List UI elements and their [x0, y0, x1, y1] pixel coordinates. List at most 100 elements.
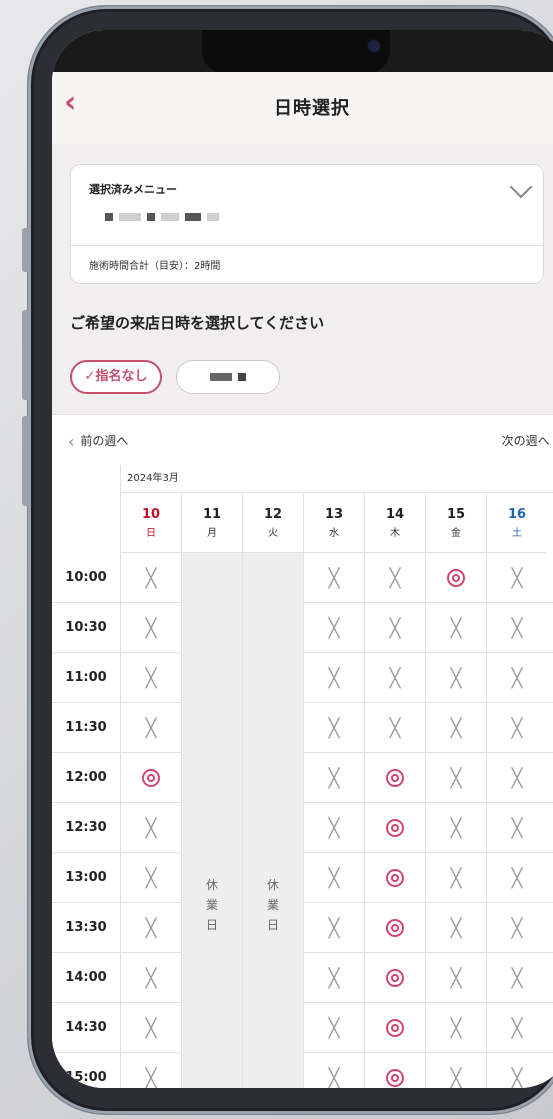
cross-icon: ╳ — [450, 717, 462, 739]
unavailable-slot: ╳ — [120, 803, 181, 853]
cross-icon: ╳ — [328, 917, 340, 939]
unavailable-slot: ╳ — [486, 753, 547, 803]
chevron-left-icon: ‹ — [68, 432, 75, 451]
redacted-block — [105, 213, 113, 221]
unavailable-slot: ╳ — [486, 853, 547, 903]
time-label: 13:30 — [65, 920, 107, 935]
unavailable-slot: ╳ — [364, 553, 425, 603]
unavailable-slot: ╳ — [364, 703, 425, 753]
double-circle-icon — [386, 1019, 404, 1037]
cross-icon: ╳ — [450, 867, 462, 889]
section-heading: ご希望の来店日時を選択してください — [70, 314, 325, 332]
cross-icon: ╳ — [145, 917, 157, 939]
double-circle-icon — [386, 919, 404, 937]
unavailable-slot: ╳ — [303, 703, 364, 753]
redacted-block — [207, 213, 219, 221]
cross-icon: ╳ — [450, 917, 462, 939]
closed-day-column: 休業日 — [242, 553, 303, 1088]
time-label: 13:00 — [65, 870, 107, 885]
available-slot[interactable] — [364, 953, 425, 1003]
availability-calendar: 2024年3月 10 日 11 月 12 火 13 水 14 木 15 金 16 土 10:00 ╳ ╳ ╳ ╳ 1… — [52, 465, 553, 1088]
day-number: 16 — [507, 507, 527, 522]
time-label: 11:00 — [65, 670, 107, 685]
unavailable-slot: ╳ — [120, 603, 181, 653]
available-slot[interactable] — [364, 753, 425, 803]
prev-week-button[interactable]: ‹ 前の週へ — [68, 432, 128, 451]
cross-icon: ╳ — [511, 667, 523, 689]
unavailable-slot: ╳ — [303, 603, 364, 653]
dynamic-island — [202, 30, 390, 74]
double-circle-icon — [386, 769, 404, 787]
staff-chip-no-preference[interactable]: ✓指名なし — [70, 360, 162, 394]
available-slot[interactable] — [364, 853, 425, 903]
day-of-week: 木 — [390, 528, 400, 539]
mute-switch — [22, 228, 30, 272]
unavailable-slot: ╳ — [486, 1053, 547, 1088]
unavailable-slot: ╳ — [425, 953, 486, 1003]
time-label: 12:30 — [65, 820, 107, 835]
closed-day-column: 休業日 — [181, 553, 242, 1088]
unavailable-slot: ╳ — [120, 1053, 181, 1088]
redacted-block — [147, 213, 155, 221]
unavailable-slot: ╳ — [120, 703, 181, 753]
menu-item-redacted — [105, 213, 219, 221]
page-title: 日時選択 — [274, 98, 350, 119]
unavailable-slot: ╳ — [425, 753, 486, 803]
day-of-week: 日 — [146, 528, 156, 539]
redacted-block — [238, 373, 246, 381]
available-slot[interactable] — [364, 1003, 425, 1053]
cross-icon: ╳ — [450, 667, 462, 689]
unavailable-slot: ╳ — [120, 653, 181, 703]
total-time-label: 施術時間合計（目安）：2時間 — [89, 261, 221, 272]
nav-bar: ‹ 日時選択 — [52, 72, 553, 145]
unavailable-slot: ╳ — [425, 653, 486, 703]
time-label: 10:00 — [65, 570, 107, 585]
staff-chip-stylist[interactable] — [176, 360, 280, 394]
unavailable-slot: ╳ — [425, 603, 486, 653]
available-slot[interactable] — [364, 1053, 425, 1088]
week-navigation: ‹ 前の週へ 次の週へ› — [52, 414, 553, 466]
cross-icon: ╳ — [328, 767, 340, 789]
day-header: 13 水 — [303, 493, 364, 553]
chevron-down-icon[interactable] — [509, 175, 533, 199]
cross-icon: ╳ — [389, 717, 401, 739]
cross-icon: ╳ — [145, 867, 157, 889]
cross-icon: ╳ — [450, 1067, 462, 1089]
cross-icon: ╳ — [450, 767, 462, 789]
cross-icon: ╳ — [145, 817, 157, 839]
cross-icon: ╳ — [328, 967, 340, 989]
double-circle-icon — [386, 819, 404, 837]
time-label: 14:00 — [65, 970, 107, 985]
unavailable-slot: ╳ — [303, 553, 364, 603]
unavailable-slot: ╳ — [303, 1003, 364, 1053]
cross-icon: ╳ — [328, 617, 340, 639]
cross-icon: ╳ — [145, 967, 157, 989]
status-bar — [52, 30, 553, 74]
unavailable-slot: ╳ — [120, 853, 181, 903]
double-circle-icon — [142, 769, 160, 787]
unavailable-slot: ╳ — [486, 803, 547, 853]
cross-icon: ╳ — [328, 567, 340, 589]
unavailable-slot: ╳ — [486, 553, 547, 603]
double-circle-icon — [386, 969, 404, 987]
double-circle-icon — [386, 1069, 404, 1087]
available-slot[interactable] — [364, 803, 425, 853]
next-week-button[interactable]: 次の週へ› — [502, 432, 553, 451]
cross-icon: ╳ — [389, 567, 401, 589]
day-header: 14 木 — [364, 493, 425, 553]
unavailable-slot: ╳ — [486, 903, 547, 953]
cross-icon: ╳ — [450, 1017, 462, 1039]
cross-icon: ╳ — [511, 1017, 523, 1039]
selected-menu-card[interactable]: 選択済みメニュー 施術時間合計（目安）：2時間 — [70, 164, 544, 284]
cross-icon: ╳ — [145, 1067, 157, 1089]
available-slot[interactable] — [120, 753, 181, 803]
redacted-block — [210, 373, 232, 381]
month-label: 2024年3月 — [120, 465, 553, 493]
available-slot[interactable] — [425, 553, 486, 603]
cross-icon: ╳ — [145, 617, 157, 639]
available-slot[interactable] — [364, 903, 425, 953]
unavailable-slot: ╳ — [303, 753, 364, 803]
redacted-block — [161, 213, 179, 221]
cross-icon: ╳ — [511, 917, 523, 939]
double-circle-icon — [447, 569, 465, 587]
